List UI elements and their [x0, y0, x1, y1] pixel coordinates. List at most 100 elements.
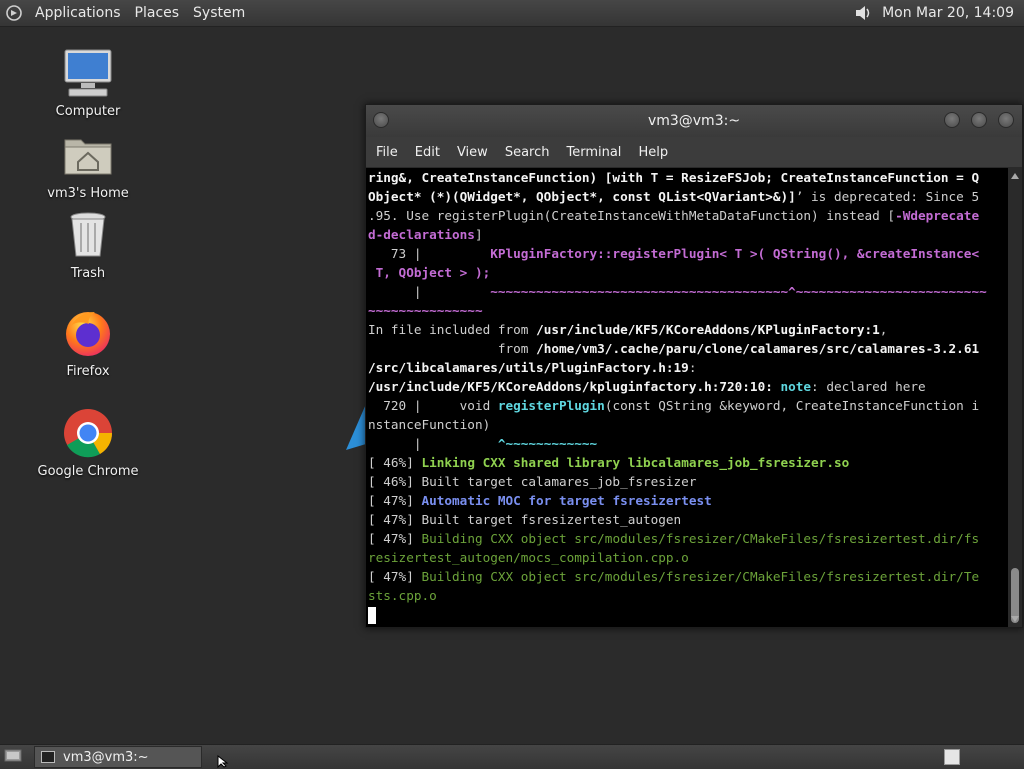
trash-icon	[61, 208, 115, 262]
terminal-menubar: File Edit View Search Terminal Help	[366, 137, 1022, 168]
taskbar-item-terminal[interactable]: vm3@vm3:~	[34, 746, 202, 768]
terminal-output[interactable]: ring&, CreateInstanceFunction) [with T =…	[366, 168, 1008, 627]
menu-applications[interactable]: Applications	[28, 5, 128, 21]
menu-help[interactable]: Help	[632, 145, 679, 160]
desktop-icon-home[interactable]: vm3's Home	[23, 128, 153, 201]
desktop-icon-trash[interactable]: Trash	[23, 208, 153, 281]
terminal-text-segment: /home/vm3/.cache/paru/clone/calamares/sr…	[536, 341, 980, 356]
workspace-switcher[interactable]	[944, 749, 960, 765]
scroll-thumb[interactable]	[1011, 568, 1019, 623]
menu-terminal[interactable]: Terminal	[560, 145, 632, 160]
maximize-button[interactable]	[971, 112, 987, 128]
window-titlebar[interactable]: vm3@vm3:~	[366, 105, 1022, 137]
terminal-text-segment: [ 47%]	[368, 493, 422, 508]
terminal-text-segment: d-declarations	[368, 227, 475, 242]
terminal-text-segment: nstanceFunction)	[368, 417, 491, 432]
gnome-foot-icon[interactable]	[0, 0, 28, 27]
terminal-line: T, QObject > );	[368, 263, 1008, 282]
terminal-text-segment: Building CXX object src/modules/fsresize…	[421, 531, 980, 546]
show-desktop-icon[interactable]	[4, 748, 22, 768]
terminal-cursor	[368, 607, 376, 624]
terminal-text-segment: In file included from	[368, 322, 537, 337]
terminal-line: ~~~~~~~~~~~~~~~	[368, 301, 1008, 320]
terminal-text-segment: from	[368, 341, 537, 356]
terminal-line: resizertest_autogen/mocs_compilation.cpp…	[368, 548, 1008, 567]
terminal-text-segment: :	[688, 360, 697, 375]
terminal-text-segment: sts.cpp.o	[368, 588, 437, 603]
terminal-text-segment: KPluginFactory::registerPlugin< T >( QSt…	[490, 246, 980, 261]
terminal-text-segment: [ 46%]	[368, 455, 422, 470]
close-button[interactable]	[998, 112, 1014, 128]
window-menu-button[interactable]	[373, 112, 389, 128]
terminal-line: Object* (*)(QWidget*, QObject*, const QL…	[368, 187, 1008, 206]
menu-view[interactable]: View	[451, 145, 499, 160]
terminal-line: d-declarations]	[368, 225, 1008, 244]
desktop-icon-computer[interactable]: Computer	[23, 46, 153, 119]
terminal-text-segment: Linking CXX shared library libcalamares_…	[421, 455, 850, 470]
home-folder-icon	[61, 128, 115, 182]
terminal-text-segment: |	[368, 284, 491, 299]
terminal-icon	[41, 751, 55, 763]
terminal-text-segment: [ 47%] Built target fsresizertest_autoge…	[368, 512, 682, 527]
taskbar-item-label: vm3@vm3:~	[63, 749, 149, 765]
terminal-text-segment: ]	[474, 227, 483, 242]
terminal-text-segment: ’ is deprecated: Since 5	[795, 189, 980, 204]
scroll-up-arrow-icon[interactable]	[1011, 173, 1019, 179]
desktop-icon-label: Google Chrome	[37, 464, 139, 479]
speaker-icon[interactable]	[849, 0, 877, 27]
terminal-line: /src/libcalamares/utils/PluginFactory.h:…	[368, 358, 1008, 377]
desktop-icon-chrome[interactable]: Google Chrome	[23, 406, 153, 479]
desktop-icon-label: Firefox	[66, 364, 110, 379]
mouse-pointer-icon	[217, 755, 229, 768]
computer-icon	[61, 46, 115, 100]
terminal-text-segment: T, QObject > );	[368, 265, 491, 280]
terminal-text-segment: Building CXX object src/modules/fsresize…	[421, 569, 980, 584]
terminal-line: from /home/vm3/.cache/paru/clone/calamar…	[368, 339, 1008, 358]
background-wallpaper-shape	[346, 404, 366, 450]
menu-system[interactable]: System	[186, 5, 252, 21]
terminal-text-segment: (const QString &keyword, CreateInstanceF…	[604, 398, 980, 413]
terminal-text-segment: 73 |	[368, 246, 491, 261]
terminal-line: sts.cpp.o	[368, 586, 1008, 605]
terminal-text-segment: /src/libcalamares/utils/PluginFactory.h:…	[368, 360, 689, 375]
terminal-text-segment: .95. Use registerPlugin(CreateInstanceWi…	[368, 208, 896, 223]
terminal-line: 73 | KPluginFactory::registerPlugin< T >…	[368, 244, 1008, 263]
terminal-text-segment: ,	[879, 322, 888, 337]
chrome-icon	[61, 406, 115, 460]
terminal-text-segment: [ 47%]	[368, 531, 422, 546]
terminal-line: | ~~~~~~~~~~~~~~~~~~~~~~~~~~~~~~~~~~~~~~…	[368, 282, 1008, 301]
terminal-line: nstanceFunction)	[368, 415, 1008, 434]
terminal-text-segment: Automatic MOC for target fsresizertest	[421, 493, 712, 508]
terminal-line: [ 47%] Built target fsresizertest_autoge…	[368, 510, 1008, 529]
terminal-text-segment: [ 46%] Built target calamares_job_fsresi…	[368, 474, 697, 489]
terminal-text-segment: registerPlugin	[497, 398, 605, 413]
terminal-text-segment: /usr/include/KF5/KCoreAddons/KPluginFact…	[536, 322, 880, 337]
clock[interactable]: Mon Mar 20, 14:09	[877, 5, 1019, 21]
terminal-line: [ 46%] Linking CXX shared library libcal…	[368, 453, 1008, 472]
desktop-icon-firefox[interactable]: Firefox	[23, 306, 153, 379]
menu-edit[interactable]: Edit	[409, 145, 451, 160]
desktop-icon-label: Computer	[55, 104, 121, 119]
firefox-icon	[61, 306, 115, 360]
terminal-line: In file included from /usr/include/KF5/K…	[368, 320, 1008, 339]
terminal-text-segment: ^~~~~~~~~~~~~	[497, 436, 598, 451]
terminal-line: [ 46%] Built target calamares_job_fsresi…	[368, 472, 1008, 491]
menu-file[interactable]: File	[370, 145, 409, 160]
terminal-text-segment: [ 47%]	[368, 569, 422, 584]
terminal-line: | ^~~~~~~~~~~~~	[368, 434, 1008, 453]
scroll-down-arrow-icon[interactable]	[1011, 616, 1019, 622]
terminal-text-segment: note	[780, 379, 812, 394]
minimize-button[interactable]	[944, 112, 960, 128]
terminal-text-segment: ~~~~~~~~~~~~~~~	[368, 303, 483, 318]
terminal-window[interactable]: vm3@vm3:~ File Edit View Search Terminal…	[365, 104, 1023, 628]
terminal-text-segment: : declared here	[811, 379, 926, 394]
top-panel: Applications Places System Mon Mar 20, 1…	[0, 0, 1024, 27]
terminal-line: /usr/include/KF5/KCoreAddons/kpluginfact…	[368, 377, 1008, 396]
menu-search[interactable]: Search	[499, 145, 561, 160]
terminal-text-segment: |	[368, 436, 498, 451]
terminal-text-segment: /usr/include/KF5/KCoreAddons/kpluginfact…	[368, 379, 773, 394]
menu-places[interactable]: Places	[128, 5, 187, 21]
terminal-scrollbar[interactable]	[1008, 168, 1022, 627]
desktop-icon-label: Trash	[70, 266, 106, 281]
terminal-text-segment: 720 | void	[368, 398, 498, 413]
